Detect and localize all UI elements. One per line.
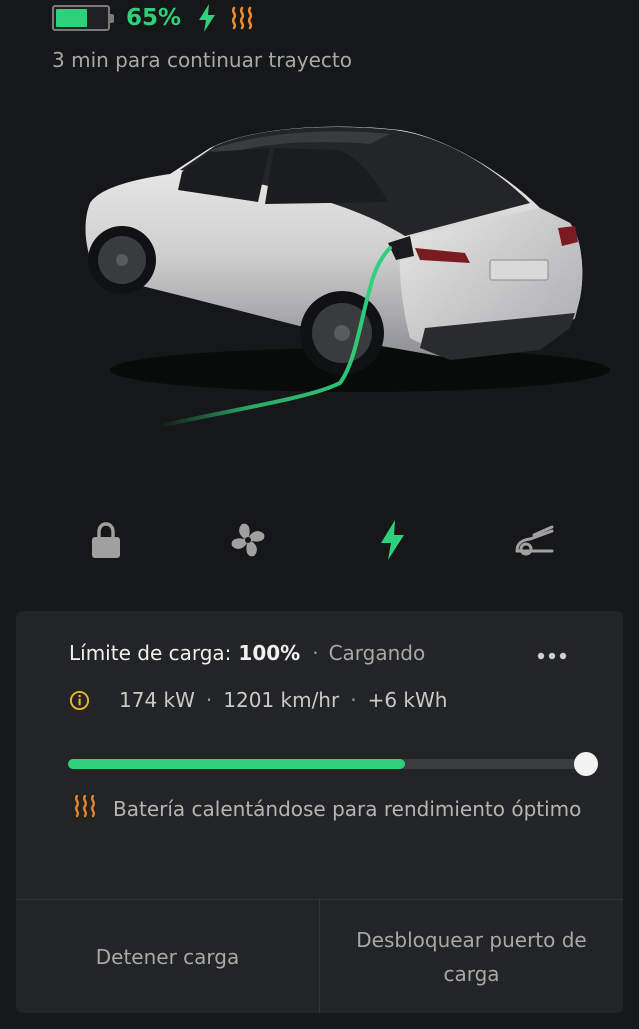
energy-added: +6 kWh [367,688,448,712]
trip-status-text: 3 min para continuar trayecto [52,48,352,72]
charging-bolt-icon [199,4,216,32]
unlock-charge-port-button[interactable]: Desbloquear puerto de carga [319,900,623,1013]
charge-limit-label: Límite de carga: [69,641,232,665]
separator: · [312,641,319,665]
charging-state: Cargando [328,641,426,665]
charge-actions: Detener carga Desbloquear puerto de carg… [16,899,623,1013]
charging-panel: Límite de carga: 100% · Cargando 174 kW … [16,611,623,1013]
more-options-icon[interactable] [535,641,569,669]
lock-button[interactable] [80,515,132,565]
info-icon[interactable] [69,690,90,711]
separator: · [205,688,213,712]
quick-controls [0,515,639,565]
charge-rate: 1201 km/hr [223,688,340,712]
bolt-icon [381,520,404,560]
battery-nub [110,14,114,23]
heat-icon [75,794,95,818]
charge-limit-handle[interactable] [574,752,598,776]
climate-button[interactable] [222,515,274,565]
frunk-button[interactable] [508,515,560,565]
lock-icon [92,522,120,558]
battery-level-bar [68,759,405,769]
separator: · [350,688,357,712]
battery-heat-icon [231,6,253,30]
unlock-charge-port-label: Desbloquear puerto de carga [356,928,587,986]
charge-button[interactable] [366,515,418,565]
battery-icon [52,5,114,31]
charge-power: 174 kW [119,688,195,712]
charge-limit-row: Límite de carga: 100% · Cargando [69,641,425,665]
battery-percent: 65% [126,5,182,31]
battery-fill [56,9,88,27]
car-charging-image [85,126,610,428]
stop-charging-button[interactable]: Detener carga [16,900,319,1013]
battery-heating-notice: Batería calentándose para rendimiento óp… [73,792,583,826]
heating-message: Batería calentándose para rendimiento óp… [113,797,582,821]
status-bar: 65% [52,4,255,32]
frunk-icon [515,525,554,556]
charge-limit-slider[interactable] [68,752,598,776]
fan-icon [231,523,265,557]
charge-stats-row: 174 kW · 1201 km/hr · +6 kWh [69,688,447,712]
charge-limit-value[interactable]: 100% [238,641,300,665]
